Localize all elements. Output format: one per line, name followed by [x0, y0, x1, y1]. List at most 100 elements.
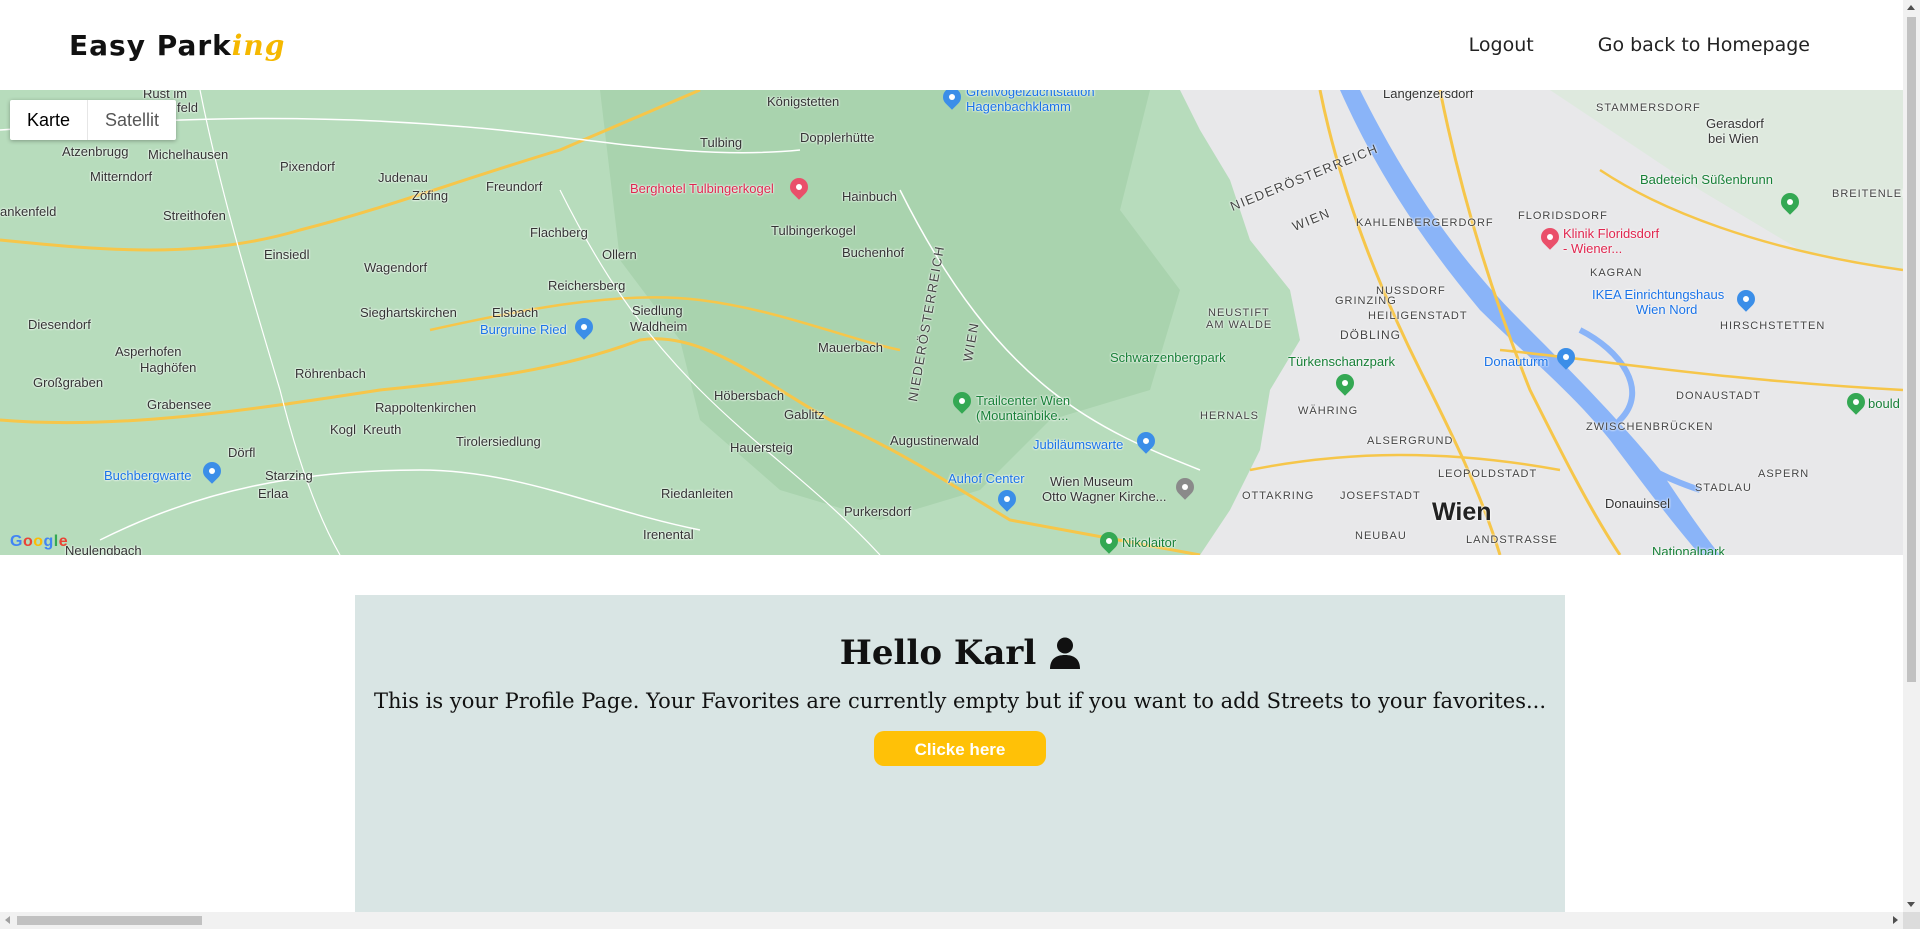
- map-label-burgruine: Burgruine Ried: [480, 322, 567, 337]
- map-label-buchenhof: Buchenhof: [842, 245, 905, 260]
- map-label-hernals: HERNALS: [1200, 410, 1259, 422]
- profile-greeting: Hello Karl: [839, 633, 1037, 673]
- map-label-floridsdorf: FLORIDSDORF: [1518, 210, 1608, 222]
- map-label-waehring: WÄHRING: [1298, 405, 1359, 417]
- map-label-judenau: Judenau: [378, 170, 428, 185]
- map-label-stadlau: STADLAU: [1695, 482, 1752, 494]
- map-label-schwarzenbergpark: Schwarzenbergpark: [1110, 350, 1226, 365]
- map-label-stammersdorf: STAMMERSDORF: [1596, 102, 1701, 114]
- map-label-hauersteig: Hauersteig: [730, 440, 793, 455]
- profile-card: Hello Karl This is your Profile Page. Yo…: [355, 595, 1565, 925]
- vertical-scrollbar[interactable]: [1903, 0, 1920, 912]
- google-map[interactable]: Rust im feld Königstetten Greifvogelzuch…: [0, 90, 1903, 555]
- map-label-gerasdorf: Gerasdorf: [1706, 116, 1764, 131]
- map-label-rappoltenkirchen: Rappoltenkirchen: [375, 400, 477, 415]
- map-label-grinzing: GRINZING: [1335, 295, 1397, 307]
- map-label-otto-wagner: Otto Wagner Kirche...: [1042, 489, 1167, 504]
- map-label-klinik: Klinik Floridsdorf: [1563, 226, 1660, 241]
- map-label-badeteich: Badeteich Süßenbrunn: [1640, 172, 1773, 187]
- map-label-josefstadt: JOSEFSTADT: [1340, 490, 1421, 502]
- map-label-kahlenbergerdorf: KAHLENBERGERDORF: [1356, 217, 1494, 229]
- map-type-satellit-button[interactable]: Satellit: [88, 100, 176, 140]
- map-label-donaustadt: DONAUSTADT: [1676, 390, 1761, 402]
- map-label-kreuth: Kreuth: [363, 422, 402, 437]
- map-label-dopplerhuette: Dopplerhütte: [800, 130, 875, 145]
- map-label-wien-museum: Wien Museum: [1050, 474, 1134, 489]
- map-label-am-walde: AM WALDE: [1206, 319, 1273, 331]
- profile-greeting-row: Hello Karl: [355, 633, 1565, 673]
- horizontal-scrollbar[interactable]: [0, 912, 1903, 929]
- map-label-klinik2: - Wiener...: [1563, 241, 1623, 256]
- map-label-trailcenter: Trailcenter Wien: [976, 393, 1071, 408]
- map-label-wagendorf: Wagendorf: [364, 260, 428, 275]
- map-label-landstrasse: LANDSTRASSE: [1466, 534, 1558, 546]
- map-label-auhof: Auhof Center: [948, 471, 1025, 486]
- map-label-einsiedl: Einsiedl: [264, 247, 310, 262]
- map-label-reichersberg: Reichersberg: [548, 278, 626, 293]
- map-label-haghofen: Haghöfen: [140, 360, 197, 375]
- vertical-scroll-thumb[interactable]: [1907, 17, 1916, 682]
- map-label-donauinsel: Donauinsel: [1605, 496, 1671, 511]
- map-label-atzenbrugg: Atzenbrugg: [62, 144, 129, 159]
- map-label-siedlung: Siedlung: [632, 303, 683, 318]
- map-label-diesendorf: Diesendorf: [28, 317, 91, 332]
- homepage-link[interactable]: Go back to Homepage: [1598, 34, 1810, 56]
- map-label-alsergrund: ALSERGRUND: [1367, 435, 1454, 447]
- map-label-breitenlee: BREITENLEE: [1832, 188, 1903, 200]
- map-label-hagenbachklamm: Hagenbachklamm: [966, 99, 1071, 114]
- logout-link[interactable]: Logout: [1469, 34, 1534, 56]
- map-label-hoebersbach: Höbersbach: [714, 388, 785, 403]
- map-label-donauturm: Donauturm: [1484, 354, 1549, 369]
- map-label-heiligenstadt: HEILIGENSTADT: [1368, 310, 1468, 322]
- map-label-jubilaeumswarte: Jubiläumswarte: [1033, 437, 1124, 452]
- map-label-augustinerwald: Augustinerwald: [890, 433, 979, 448]
- map-label-michelhausen: Michelhausen: [148, 147, 229, 162]
- map-label-irenental: Irenental: [643, 527, 694, 542]
- map-label-freundorf: Freundorf: [486, 179, 543, 194]
- map-label-purkersdorf: Purkersdorf: [844, 504, 912, 519]
- map-label-grossgraben: Großgraben: [33, 375, 104, 390]
- scroll-up-icon[interactable]: [1907, 5, 1915, 10]
- map-label-flachberg: Flachberg: [530, 225, 588, 240]
- map-label-neustift: NEUSTIFT: [1208, 307, 1270, 319]
- logo[interactable]: Easy Parking: [69, 29, 285, 62]
- map-label-tulbingerkogel: Tulbingerkogel: [771, 223, 856, 238]
- map-label-ankenfeld: ankenfeld: [0, 204, 57, 219]
- map-label-berghotel: Berghotel Tulbingerkogel: [630, 181, 774, 196]
- map-label-buchbergwarte: Buchbergwarte: [104, 468, 192, 483]
- map-label-doerfl: Dörfl: [228, 445, 256, 460]
- horizontal-scroll-thumb[interactable]: [17, 916, 202, 925]
- map-type-karte-button[interactable]: Karte: [10, 100, 89, 140]
- scroll-left-icon[interactable]: [5, 916, 10, 924]
- site-header: Easy Parking Logout Go back to Homepage: [0, 0, 1903, 90]
- map-label-mitterndorf: Mitterndorf: [90, 169, 153, 184]
- map-label-langenzersdorf: Langenzersdorf: [1383, 90, 1474, 101]
- map-label-tuerkenschanzpark: Türkenschanzpark: [1288, 354, 1395, 369]
- map-label-kogl: Kogl: [330, 422, 357, 437]
- map-label-waldheim: Waldheim: [630, 319, 688, 334]
- add-favorites-button[interactable]: Clicke here: [874, 731, 1046, 766]
- map-label-nikolaitor: Nikolaitor: [1122, 535, 1177, 550]
- map-label-aspern: ASPERN: [1758, 468, 1810, 480]
- map-label-sieghartskirchen: Sieghartskirchen: [360, 305, 457, 320]
- map-label-bould: bould: [1868, 396, 1900, 411]
- map-label-bei-wien: bei Wien: [1708, 131, 1759, 146]
- map-label-ikea2: Wien Nord: [1636, 302, 1698, 317]
- user-icon: [1050, 637, 1081, 669]
- map-label-neubau: NEUBAU: [1355, 530, 1407, 542]
- map-label-erlaa: Erlaa: [258, 486, 289, 501]
- map-label-mauerbach: Mauerbach: [818, 340, 884, 355]
- map-label-pixendorf: Pixendorf: [280, 159, 335, 174]
- map-label-ollern: Ollern: [602, 247, 637, 262]
- map-label-ikea: IKEA Einrichtungshaus: [1592, 287, 1725, 302]
- map-label-trailcenter2: (Mountainbike...: [976, 408, 1069, 423]
- map-label-tirolersiedlung: Tirolersiedlung: [456, 434, 541, 449]
- scroll-right-icon[interactable]: [1893, 916, 1898, 924]
- scrollbar-corner: [1903, 912, 1920, 929]
- scroll-down-icon[interactable]: [1907, 902, 1915, 907]
- google-logo: Google: [10, 533, 69, 550]
- logo-main-text: Easy Park: [69, 28, 232, 62]
- top-nav: Logout Go back to Homepage: [1469, 34, 1810, 56]
- map-label-kagran: KAGRAN: [1590, 267, 1643, 279]
- map-label-wien: Wien: [1432, 498, 1492, 526]
